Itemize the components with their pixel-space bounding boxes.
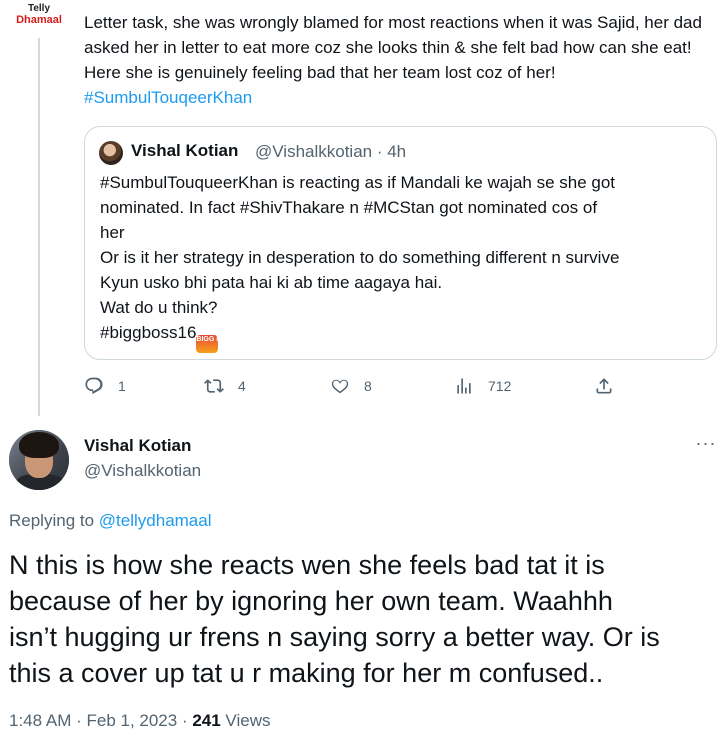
like-button[interactable]: 8 bbox=[330, 376, 372, 396]
quoted-line: Or is it her strategy in desperation to … bbox=[100, 248, 620, 267]
logo-line-2: Dhamaal bbox=[16, 14, 62, 26]
bigg-boss-badge-icon: BIGG BOSS bbox=[196, 335, 236, 353]
hashtag-link[interactable]: #SumbulTouqeerKhan bbox=[84, 88, 252, 107]
quoted-author-name[interactable]: Vishal Kotian bbox=[131, 141, 238, 161]
quoted-line: #biggboss16BIGG BOSS bbox=[100, 320, 710, 353]
replying-to-label: Replying to bbox=[9, 511, 95, 530]
quoted-line: her bbox=[100, 223, 125, 242]
biggboss-hashtag[interactable]: #biggboss16 bbox=[100, 323, 196, 342]
views-count-main: 241 bbox=[192, 711, 221, 730]
quoted-line: #SumbulTouqueerKhan is reacting as if Ma… bbox=[100, 173, 616, 192]
tweet-line: N this is how she reacts wen she feels b… bbox=[9, 550, 605, 580]
quoted-line: Wat do u think? bbox=[100, 298, 218, 317]
thread-connector-line bbox=[38, 38, 40, 416]
retweet-icon bbox=[204, 379, 224, 393]
reply-count: 1 bbox=[118, 378, 126, 394]
tweet-actions-bar: 1 4 8 712 bbox=[84, 374, 704, 402]
more-options-icon[interactable]: ··· bbox=[694, 434, 718, 456]
timestamp[interactable]: 1:48 AM · Feb 1, 2023 · bbox=[9, 711, 192, 730]
retweet-button[interactable]: 4 bbox=[204, 376, 246, 396]
main-tweet-text: N this is how she reacts wen she feels b… bbox=[9, 547, 715, 691]
replying-to: Replying to @tellydhamaal bbox=[9, 511, 212, 531]
retweet-count: 4 bbox=[238, 378, 246, 394]
views-label: Views bbox=[220, 711, 271, 730]
telly-dhamaal-logo[interactable]: Telly Dhamaal bbox=[14, 4, 64, 34]
share-button[interactable] bbox=[594, 376, 628, 396]
like-count: 8 bbox=[364, 378, 372, 394]
tweet-line: isn’t hugging ur frens n saying sorry a … bbox=[9, 622, 660, 652]
like-icon bbox=[331, 379, 349, 394]
parent-tweet[interactable]: Telly Dhamaal Letter task, she was wrong… bbox=[0, 0, 724, 420]
views-count: 712 bbox=[488, 378, 512, 394]
replying-to-handle-link[interactable]: @tellydhamaal bbox=[99, 511, 212, 530]
reply-button[interactable]: 1 bbox=[84, 376, 126, 396]
quoted-line: Kyun usko bhi pata hai ki ab time aagaya… bbox=[100, 273, 443, 292]
quoted-tweet-card[interactable]: Vishal Kotian @Vishalkkotian · 4h #Sumbu… bbox=[84, 126, 717, 360]
reply-icon bbox=[85, 377, 103, 395]
author-handle[interactable]: @Vishalkkotian bbox=[84, 461, 201, 481]
parent-tweet-text: Letter task, she was wrongly blamed for … bbox=[84, 10, 714, 110]
views-button[interactable]: 712 bbox=[454, 376, 511, 396]
quoted-tweet-text: #SumbulTouqueerKhan is reacting as if Ma… bbox=[100, 170, 710, 353]
quoted-author-avatar[interactable] bbox=[99, 141, 123, 165]
quoted-line: nominated. In fact #ShivThakare n #MCSta… bbox=[100, 198, 598, 217]
views-icon bbox=[457, 378, 471, 394]
author-name[interactable]: Vishal Kotian bbox=[84, 436, 191, 456]
tweet-meta: 1:48 AM · Feb 1, 2023 · 241 Views bbox=[9, 711, 270, 731]
tweet-line: this a cover up tat u r making for her m… bbox=[9, 658, 604, 688]
tweet-line: because of her by ignoring her own team.… bbox=[9, 586, 613, 616]
quoted-author-handle[interactable]: @Vishalkkotian · 4h bbox=[255, 142, 406, 162]
parent-tweet-body: Letter task, she was wrongly blamed for … bbox=[84, 13, 702, 82]
logo-line-1: Telly bbox=[27, 3, 51, 14]
author-avatar[interactable] bbox=[9, 430, 69, 490]
share-icon bbox=[596, 378, 612, 394]
